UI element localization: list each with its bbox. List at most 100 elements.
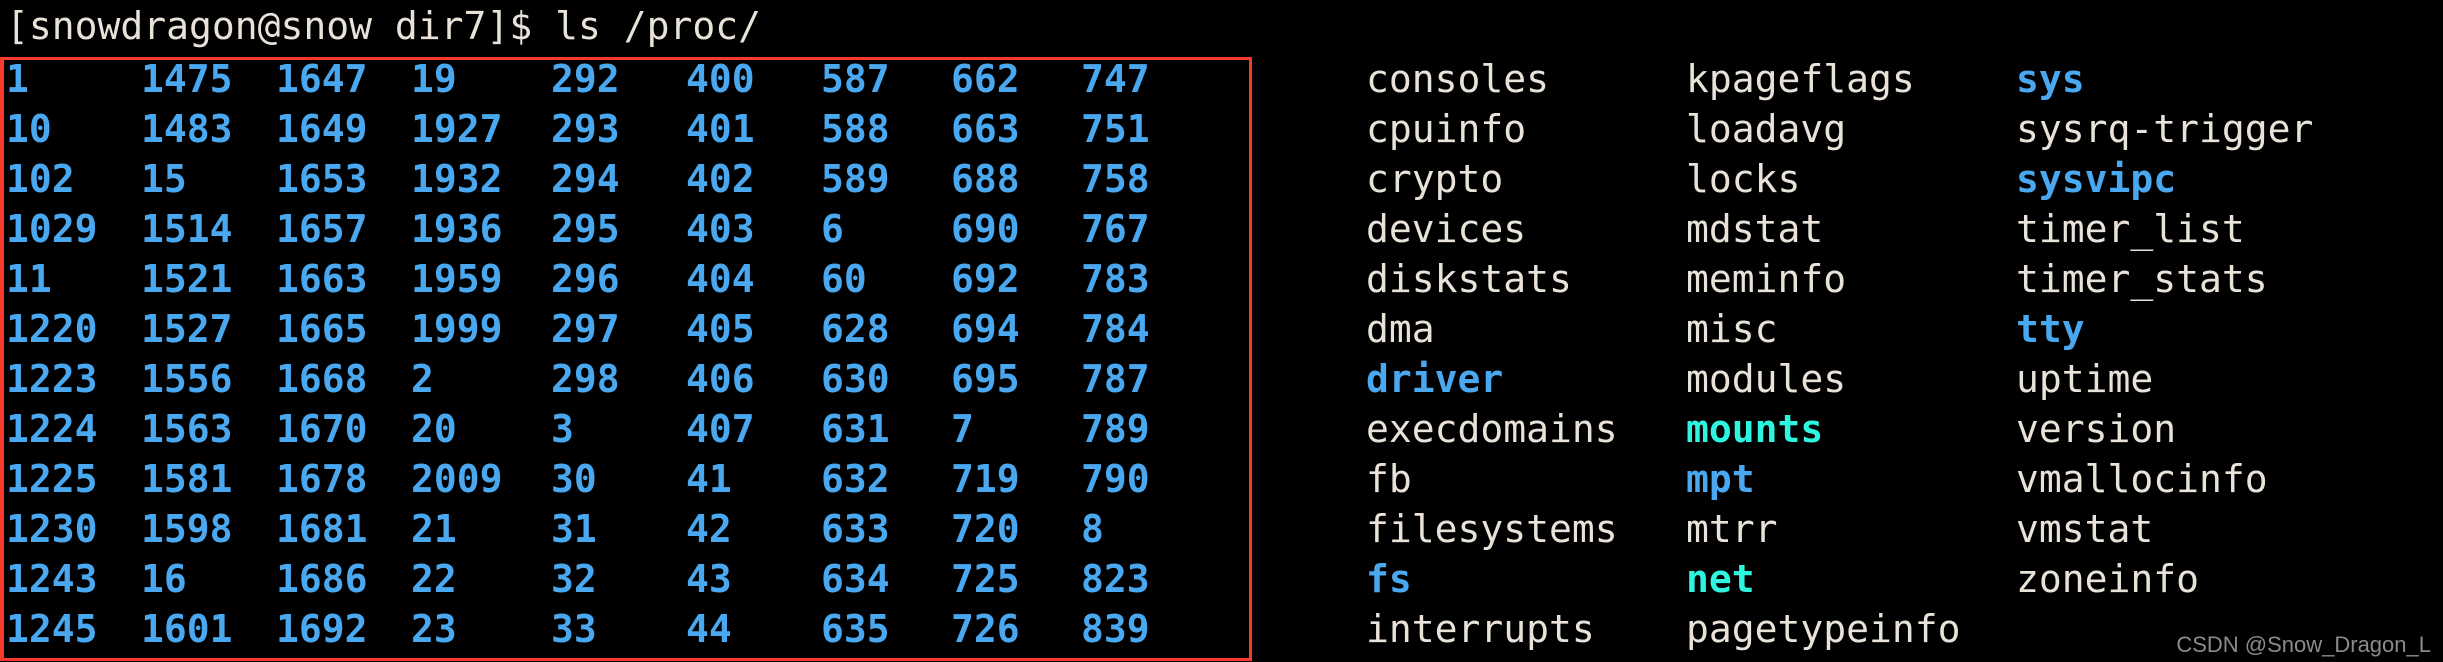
ls-column-11: sys sysrq-trigger sysvipc timer_list timer_s… [2016, 54, 2436, 654]
ls-entry: 102 [6, 157, 75, 201]
ls-entry: 31 [551, 507, 597, 551]
ls-entry: 694 [951, 307, 1020, 351]
ls-entry: 751 [1081, 107, 1150, 151]
ls-entry: cpuinfo [1366, 107, 1527, 151]
ls-entry: 406 [686, 357, 755, 401]
ls-entry: mounts [1686, 407, 1824, 451]
ls-entry: 15 [141, 157, 187, 201]
ls-entry: 1936 [411, 207, 503, 251]
ls-entry: 1245 [6, 607, 98, 651]
ls-entry: fb [1366, 457, 1412, 501]
ls-entry: 20 [411, 407, 457, 451]
ls-entry: 758 [1081, 157, 1150, 201]
ls-entry: 405 [686, 307, 755, 351]
ls-entry: zoneinfo [2016, 557, 2200, 601]
ls-entry: 725 [951, 557, 1020, 601]
ls-entry: sysvipc [2016, 157, 2177, 201]
ls-entry: tty [2016, 307, 2085, 351]
ls-entry: 784 [1081, 307, 1150, 351]
ls-entry: 2009 [411, 457, 503, 501]
ls-entry: dma [1366, 307, 1435, 351]
ls-entry: 726 [951, 607, 1020, 651]
ls-entry: 588 [821, 107, 890, 151]
ls-entry: filesystems [1366, 507, 1618, 551]
ls-entry: 1598 [141, 507, 233, 551]
ls-entry: 1224 [6, 407, 98, 451]
ls-entry: 293 [551, 107, 620, 151]
ls-entry: 297 [551, 307, 620, 351]
ls-column-3: 19 1927 1932 1936 1959 1999 2 20 2009 21 22 23 [411, 54, 551, 654]
ls-entry: 1681 [276, 507, 368, 551]
ls-entry: 1029 [6, 207, 98, 251]
ls-entry: timer_list [2016, 207, 2245, 251]
ls-entry: mpt [1686, 457, 1755, 501]
ls-entry: 688 [951, 157, 1020, 201]
ls-entry: 1692 [276, 607, 368, 651]
ls-entry: mtrr [1686, 507, 1778, 551]
ls-column-7: 662 663 688 690 692 694 695 7 719 720 725 726 [951, 54, 1081, 654]
ls-entry: 1225 [6, 457, 98, 501]
ls-entry: 1527 [141, 307, 233, 351]
ls-entry: 1665 [276, 307, 368, 351]
ls-entry: locks [1686, 157, 1801, 201]
ls-column-8: 747 751 758 767 783 784 787 789 790 8 823 839 [1081, 54, 1366, 654]
ls-entry: 1999 [411, 307, 503, 351]
prompt-text: [snowdragon@snow dir7]$ ls /proc/ [6, 4, 761, 48]
ls-entry: 298 [551, 357, 620, 401]
ls-entry: 1670 [276, 407, 368, 451]
ls-entry: 1601 [141, 607, 233, 651]
ls-entry: 32 [551, 557, 597, 601]
ls-entry: 632 [821, 457, 890, 501]
ls-entry: 43 [686, 557, 732, 601]
ls-entry: 296 [551, 257, 620, 301]
ls-entry: 589 [821, 157, 890, 201]
ls-entry: mdstat [1686, 207, 1824, 251]
ls-column-6: 587 588 589 6 60 628 630 631 632 633 634 635 [821, 54, 951, 654]
ls-entry: execdomains [1366, 407, 1618, 451]
ls-entry: 404 [686, 257, 755, 301]
ls-entry: fs [1366, 557, 1412, 601]
ls-entry: 1647 [276, 57, 368, 101]
ls-output-grid: 1 10 102 1029 11 1220 1223 1224 1225 1230 1243 1245… [6, 54, 2436, 654]
ls-entry: 403 [686, 207, 755, 251]
ls-entry: 1649 [276, 107, 368, 151]
ls-entry: 1663 [276, 257, 368, 301]
ls-entry: 747 [1081, 57, 1150, 101]
ls-entry: 1483 [141, 107, 233, 151]
ls-entry: consoles [1366, 57, 1550, 101]
ls-entry: 41 [686, 457, 732, 501]
ls-entry: 1220 [6, 307, 98, 351]
ls-entry: 692 [951, 257, 1020, 301]
ls-column-9: consoles cpuinfo crypto devices diskstats dma… [1366, 54, 1686, 654]
ls-entry: 402 [686, 157, 755, 201]
terminal-window[interactable]: [snowdragon@snow dir7]$ ls /proc/ 1 10 102… [0, 0, 2443, 662]
ls-entry: 1223 [6, 357, 98, 401]
ls-entry: modules [1686, 357, 1847, 401]
ls-entry: 790 [1081, 457, 1150, 501]
ls-entry: 294 [551, 157, 620, 201]
ls-entry: 6 [821, 207, 844, 251]
ls-entry: loadavg [1686, 107, 1847, 151]
ls-entry: diskstats [1366, 257, 1572, 301]
ls-entry: driver [1366, 357, 1504, 401]
ls-entry: 720 [951, 507, 1020, 551]
ls-entry: 1668 [276, 357, 368, 401]
ls-entry: crypto [1366, 157, 1504, 201]
ls-entry: 292 [551, 57, 620, 101]
watermark-text: CSDN @Snow_Dragon_L [2176, 632, 2431, 657]
ls-column-2: 1647 1649 1653 1657 1663 1665 1668 1670 1678 1681… [276, 54, 411, 654]
ls-entry: 1230 [6, 507, 98, 551]
ls-entry: 634 [821, 557, 890, 601]
ls-entry: 633 [821, 507, 890, 551]
ls-entry: 630 [821, 357, 890, 401]
ls-entry: 663 [951, 107, 1020, 151]
ls-entry: 16 [141, 557, 187, 601]
ls-entry: 1581 [141, 457, 233, 501]
ls-entry: 690 [951, 207, 1020, 251]
ls-entry: 787 [1081, 357, 1150, 401]
ls-column-1: 1475 1483 15 1514 1521 1527 1556 1563 1581 1598 16… [141, 54, 276, 654]
ls-entry: 30 [551, 457, 597, 501]
ls-entry: 3 [551, 407, 574, 451]
ls-entry: 21 [411, 507, 457, 551]
ls-entry: 789 [1081, 407, 1150, 451]
